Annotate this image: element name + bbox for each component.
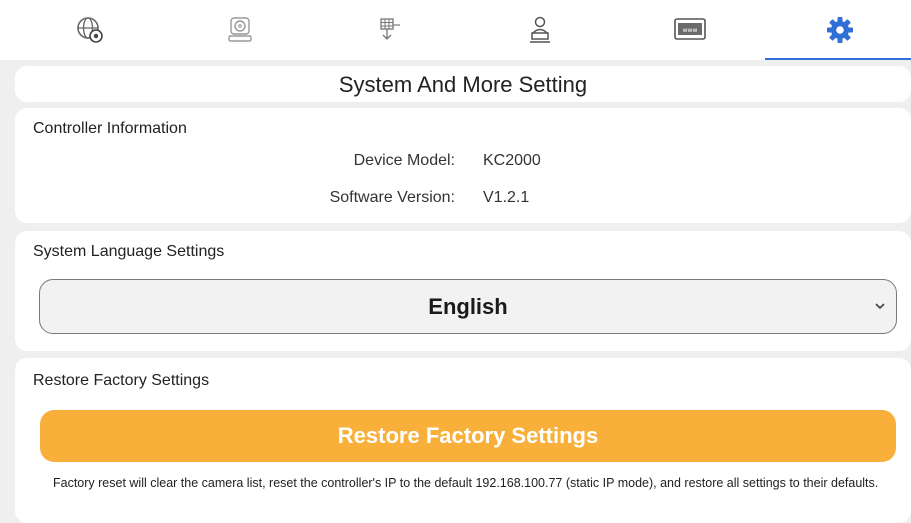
- top-tab-bar: www: [0, 0, 911, 60]
- tab-keyboard-config[interactable]: [315, 0, 465, 60]
- controller-info-card: Controller Information Device Model: KC2…: [15, 108, 911, 223]
- language-select[interactable]: English: [39, 279, 897, 334]
- software-version-value: V1.2.1: [483, 189, 530, 206]
- device-model-value: KC2000: [483, 152, 541, 169]
- tab-system-settings[interactable]: [765, 0, 911, 60]
- title-card: System And More Setting: [15, 66, 911, 102]
- web-icon: www: [674, 18, 706, 40]
- software-version-label: Software Version:: [329, 189, 455, 206]
- tab-web[interactable]: www: [615, 0, 765, 60]
- tab-camera[interactable]: [165, 0, 315, 60]
- restore-factory-button[interactable]: Restore Factory Settings: [40, 410, 896, 462]
- restore-factory-heading: Restore Factory Settings: [33, 372, 210, 389]
- language-settings-heading: System Language Settings: [33, 243, 225, 260]
- network-settings-icon: [77, 17, 103, 43]
- chevron-down-icon: [875, 303, 885, 310]
- camera-icon: [228, 17, 252, 42]
- language-settings-card: System Language Settings English: [15, 231, 911, 351]
- restore-factory-card: Restore Factory Settings Restore Factory…: [15, 358, 911, 523]
- svg-text:www: www: [683, 27, 698, 34]
- device-model-label: Device Model:: [353, 152, 455, 169]
- language-select-value: English: [428, 294, 508, 319]
- user-desk-icon: [530, 16, 550, 43]
- tab-user-desk[interactable]: [465, 0, 615, 60]
- controller-info-heading: Controller Information: [33, 120, 187, 137]
- keyboard-config-icon: [380, 18, 400, 40]
- tab-network-settings[interactable]: [15, 0, 165, 60]
- restore-factory-note: Factory reset will clear the camera list…: [53, 476, 879, 490]
- gear-icon: [827, 17, 853, 43]
- page-title: System And More Setting: [338, 72, 588, 97]
